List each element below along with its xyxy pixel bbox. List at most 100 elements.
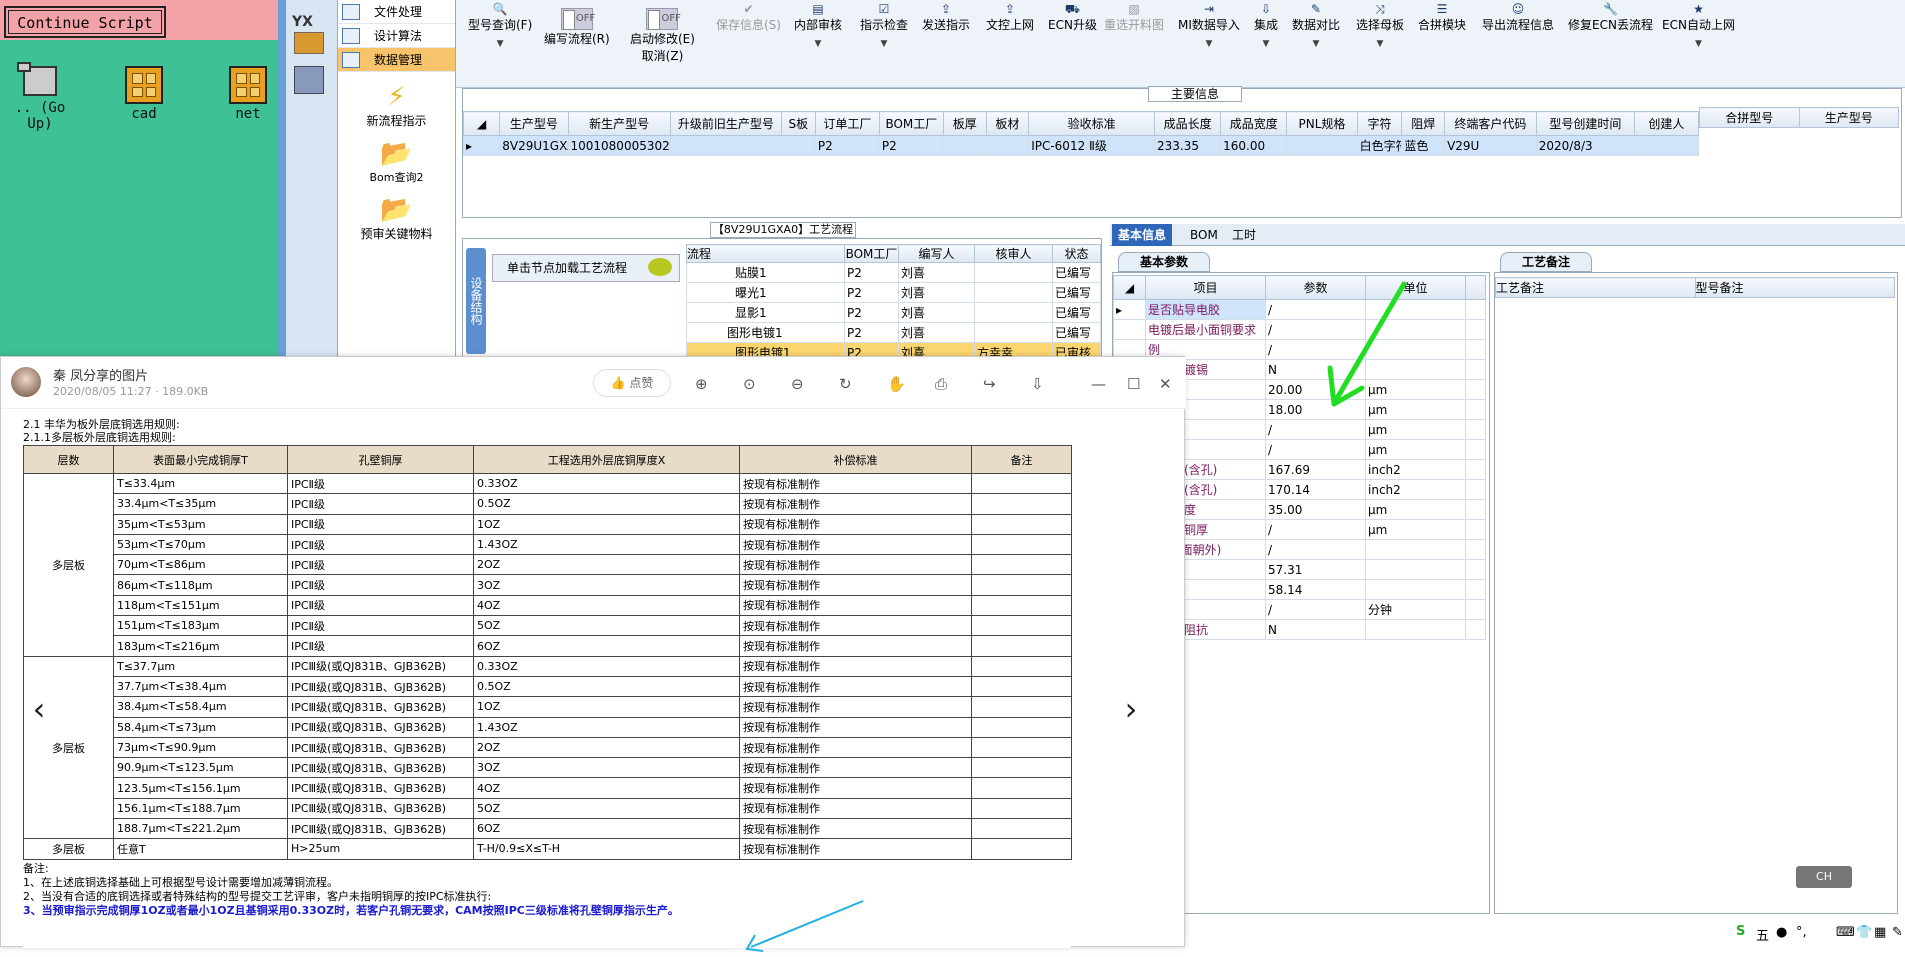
- table-cell[interactable]: P2: [814, 135, 880, 156]
- param-cell[interactable]: [1365, 539, 1466, 560]
- param-cell[interactable]: μm: [1365, 519, 1466, 540]
- avatar[interactable]: [11, 367, 41, 397]
- grid-icon[interactable]: ▦: [1874, 925, 1886, 940]
- table-cell[interactable]: 白色字符: [1356, 135, 1403, 156]
- column-header[interactable]: PNL规格: [1286, 111, 1358, 136]
- column-header[interactable]: 新生产型号: [567, 111, 671, 136]
- tool-bom-query[interactable]: 📂 Bom查询2: [338, 139, 455, 185]
- column-header[interactable]: 型号创建时间: [1535, 111, 1635, 136]
- param-cell[interactable]: [1365, 559, 1466, 580]
- toggle-switch[interactable]: OFF: [646, 8, 681, 30]
- column-header[interactable]: BOM工厂: [844, 244, 899, 263]
- cancel-label[interactable]: 取消(Z): [642, 49, 684, 63]
- table-cell[interactable]: 2020/8/3: [1535, 135, 1635, 156]
- table-row[interactable]: ▸ 8V29U1GXA0 10010800053026 P2 P2 IPC-60…: [462, 135, 1700, 156]
- zoom-out-icon[interactable]: ⊖: [791, 375, 804, 393]
- param-cell[interactable]: [1365, 619, 1466, 640]
- mi-import-button[interactable]: ⇥ MI数据导入 ▼: [1178, 2, 1240, 49]
- minimize-icon[interactable]: —: [1091, 375, 1106, 393]
- column-header[interactable]: 终端客户代码: [1444, 111, 1537, 136]
- column-header[interactable]: 生产型号: [499, 111, 569, 136]
- input-mode[interactable]: 五: [1756, 925, 1769, 944]
- column-header[interactable]: 验收标准: [1028, 111, 1156, 136]
- table-cell[interactable]: [985, 135, 1030, 156]
- data-compare-button[interactable]: ✎ 数据对比 ▼: [1292, 2, 1340, 49]
- table-row[interactable]: 图形电镀1 P2 刘喜 已编写: [686, 322, 1101, 343]
- previous-image-arrow[interactable]: ‹: [23, 687, 55, 733]
- nav-item-design-algorithm[interactable]: 设计算法: [338, 24, 455, 48]
- wrench-icon[interactable]: ✎: [1892, 925, 1903, 940]
- table-cell[interactable]: IPC-6012 Ⅱ级: [1028, 135, 1156, 156]
- print-icon[interactable]: ⎙: [935, 375, 947, 393]
- column-header[interactable]: 成品长度: [1154, 111, 1222, 136]
- continue-script-button[interactable]: Continue Script: [4, 6, 166, 38]
- param-cell[interactable]: 35.00: [1265, 499, 1366, 520]
- tab-work-hours[interactable]: 工时: [1226, 224, 1262, 246]
- column-header[interactable]: BOM工厂: [878, 111, 944, 136]
- keyboard-icon[interactable]: ⌨: [1836, 925, 1855, 940]
- param-cell[interactable]: inch2: [1365, 479, 1466, 500]
- param-cell[interactable]: 167.69: [1265, 459, 1366, 480]
- table-cell[interactable]: 233.35: [1154, 135, 1222, 156]
- moon-icon[interactable]: ●: [1776, 925, 1787, 940]
- desktop-icon-cad[interactable]: cad: [104, 66, 184, 122]
- param-cell[interactable]: 分钟: [1365, 599, 1466, 620]
- column-header[interactable]: 项目: [1145, 275, 1266, 300]
- table-row[interactable]: 电镀后最小面铜要求 /: [1113, 319, 1486, 340]
- doc-online-button[interactable]: ⇪ 文控上网: [986, 2, 1034, 33]
- table-cell[interactable]: [669, 135, 782, 156]
- column-header[interactable]: 合拼型号: [1699, 107, 1800, 128]
- column-header[interactable]: 核审人: [974, 244, 1053, 263]
- next-image-arrow[interactable]: ›: [1115, 687, 1147, 733]
- table-cell[interactable]: [1286, 135, 1358, 156]
- column-header[interactable]: 创建人: [1633, 111, 1700, 136]
- table-cell[interactable]: 蓝色: [1401, 135, 1446, 156]
- tab-process-notes[interactable]: 工艺备注: [1500, 252, 1592, 272]
- ecn-auto-online-button[interactable]: ★ ECN自动上网 ▼: [1662, 2, 1735, 49]
- table-cell[interactable]: 160.00: [1220, 135, 1288, 156]
- param-cell[interactable]: 170.14: [1265, 479, 1366, 500]
- table-row[interactable]: 显影1 P2 刘喜 已编写: [686, 302, 1101, 323]
- table-cell[interactable]: V29U: [1444, 135, 1537, 156]
- param-cell[interactable]: 57.31: [1265, 559, 1366, 580]
- param-cell[interactable]: /: [1265, 539, 1366, 560]
- punctuation-icon[interactable]: °,: [1796, 925, 1807, 940]
- merge-module-button[interactable]: ☰ 合拼模块: [1418, 2, 1466, 33]
- table-cell[interactable]: P2: [878, 135, 944, 156]
- column-header[interactable]: 板厚: [942, 111, 987, 136]
- process-step[interactable]: 显影1: [686, 302, 845, 323]
- param-cell[interactable]: inch2: [1365, 459, 1466, 480]
- param-cell[interactable]: /: [1265, 599, 1366, 620]
- process-folder[interactable]: 图形电镀1: [686, 322, 845, 343]
- equipment-structure-tab[interactable]: 设备结构: [466, 248, 486, 354]
- rotate-icon[interactable]: ↻: [839, 375, 852, 393]
- process-step[interactable]: 曝光1: [686, 282, 845, 303]
- column-header[interactable]: S板: [780, 111, 816, 136]
- table-cell[interactable]: 8V29U1GXA0: [499, 135, 569, 156]
- param-cell[interactable]: μm: [1365, 499, 1466, 520]
- param-cell[interactable]: μm: [1365, 419, 1466, 440]
- param-cell[interactable]: /: [1265, 439, 1366, 460]
- param-cell[interactable]: 电镀后最小面铜要求: [1145, 319, 1266, 340]
- download-icon[interactable]: ⇩: [1031, 375, 1044, 393]
- share-icon[interactable]: ↪: [983, 375, 996, 393]
- nav-item-data-management[interactable]: 数据管理: [338, 48, 455, 72]
- toggle-switch[interactable]: OFF: [560, 8, 595, 30]
- column-header[interactable]: 状态: [1052, 244, 1101, 263]
- desktop-icon-go-up[interactable]: .. (Go Up): [0, 62, 80, 132]
- column-header[interactable]: 字符: [1356, 111, 1403, 136]
- process-step[interactable]: 贴膜1: [686, 262, 845, 283]
- actual-size-icon[interactable]: ⊙: [743, 375, 756, 393]
- table-cell[interactable]: [1633, 135, 1700, 156]
- ime-indicator[interactable]: CH: [1796, 866, 1852, 888]
- param-cell[interactable]: N: [1265, 619, 1366, 640]
- column-header[interactable]: 编写人: [898, 244, 975, 263]
- column-header[interactable]: 阻焊: [1401, 111, 1446, 136]
- table-row[interactable]: 曝光1 P2 刘喜 已编写: [686, 282, 1101, 303]
- hand-icon[interactable]: ✋: [887, 375, 906, 393]
- like-button[interactable]: 👍 点赞: [593, 369, 671, 397]
- skin-icon[interactable]: 👕: [1856, 925, 1872, 940]
- maximize-icon[interactable]: ☐: [1127, 375, 1140, 393]
- param-cell[interactable]: /: [1265, 519, 1366, 540]
- ecn-upgrade-button[interactable]: ⛟ ECN升级: [1048, 2, 1097, 33]
